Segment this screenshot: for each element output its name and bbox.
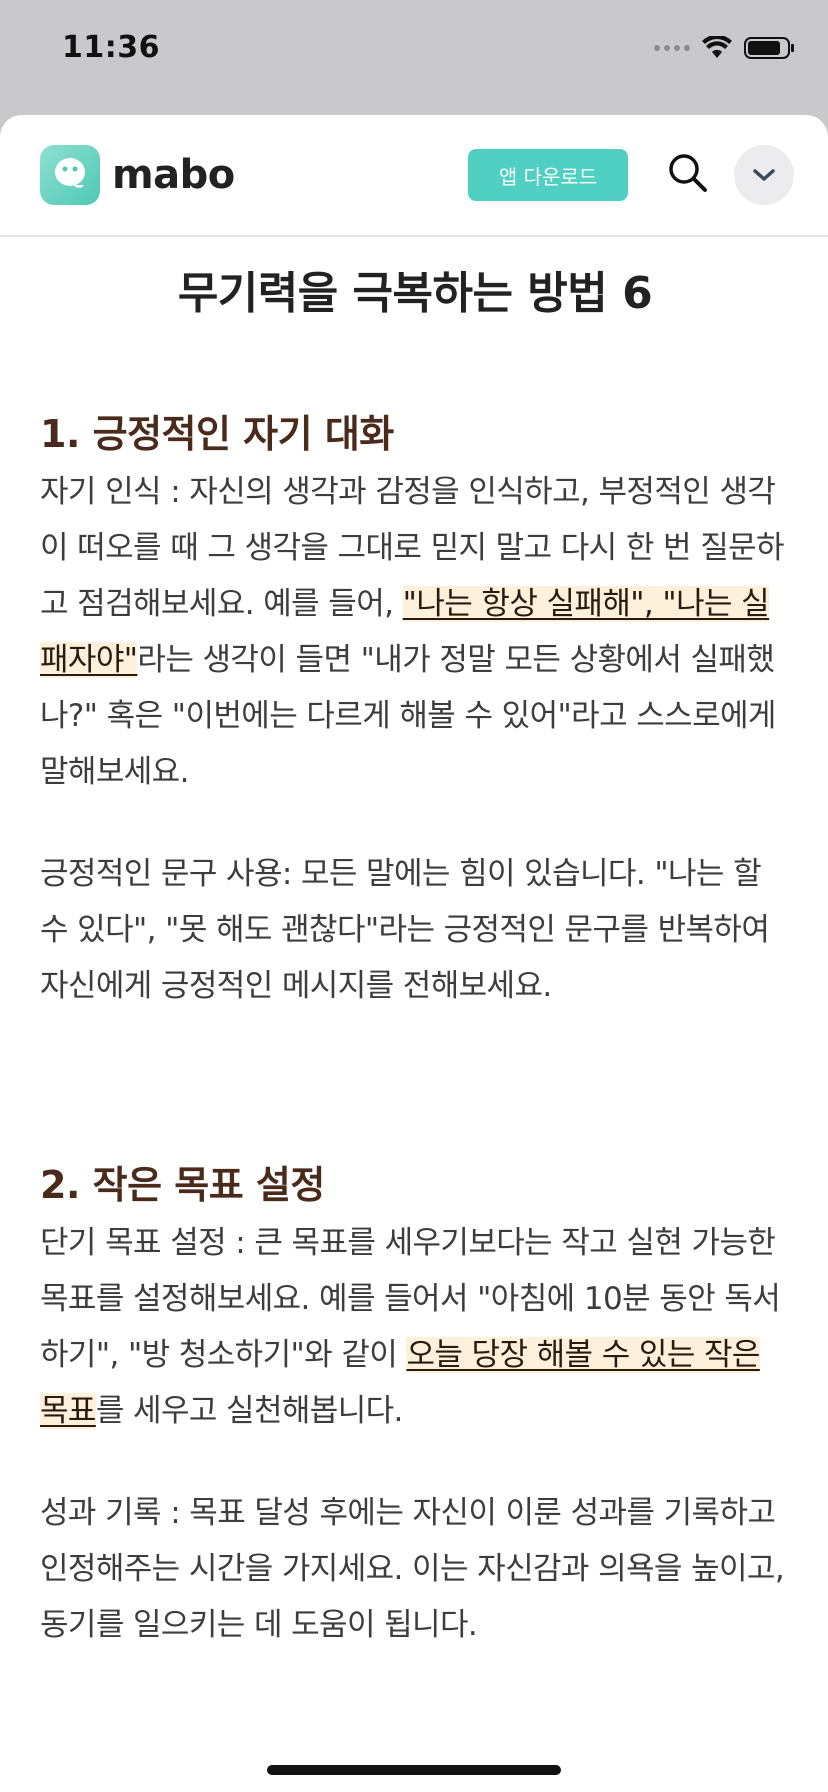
status-time: 11:36 <box>62 30 160 65</box>
logo[interactable]: mabo <box>40 145 235 205</box>
logo-icon <box>40 145 100 205</box>
web-sheet: mabo 앱 다운로드 무기력을 극복하는 방법 6 1. 긍정적인 자기 대화… <box>0 115 828 1792</box>
status-icons <box>654 36 796 60</box>
cellular-signal-icon <box>654 45 690 51</box>
paragraph: 자기 인식 : 자신의 생각과 감정을 인식하고, 부정적인 생각이 떠오를 때… <box>40 474 785 790</box>
section-heading: 1. 긍정적인 자기 대화 <box>40 412 394 456</box>
wifi-icon <box>702 36 732 58</box>
app-header: mabo 앱 다운로드 <box>0 115 828 237</box>
chevron-down-icon <box>753 169 775 181</box>
home-indicator[interactable] <box>267 1765 561 1775</box>
battery-icon <box>744 37 794 59</box>
paragraph: 성과 기록 : 목표 달성 후에는 자신이 이룬 성과를 기록하고 인정해주는 … <box>40 1495 785 1643</box>
paragraph: 긍정적인 문구 사용: 모든 말에는 힘이 있습니다. "나는 할 수 있다",… <box>40 856 770 1004</box>
logo-text: mabo <box>112 152 235 198</box>
menu-toggle-button[interactable] <box>734 145 794 205</box>
article-title: 무기력을 극복하는 방법 6 <box>177 268 653 319</box>
search-icon[interactable] <box>666 151 710 195</box>
status-bar: 11:36 <box>0 0 828 110</box>
article: 무기력을 극복하는 방법 6 1. 긍정적인 자기 대화 자기 인식 : 자신의… <box>40 237 790 1653</box>
app-download-button[interactable]: 앱 다운로드 <box>468 149 628 201</box>
paragraph: 단기 목표 설정 : 큰 목표를 세우기보다는 작고 실현 가능한 목표를 설정… <box>40 1225 781 1429</box>
section-heading: 2. 작은 목표 설정 <box>40 1163 325 1207</box>
